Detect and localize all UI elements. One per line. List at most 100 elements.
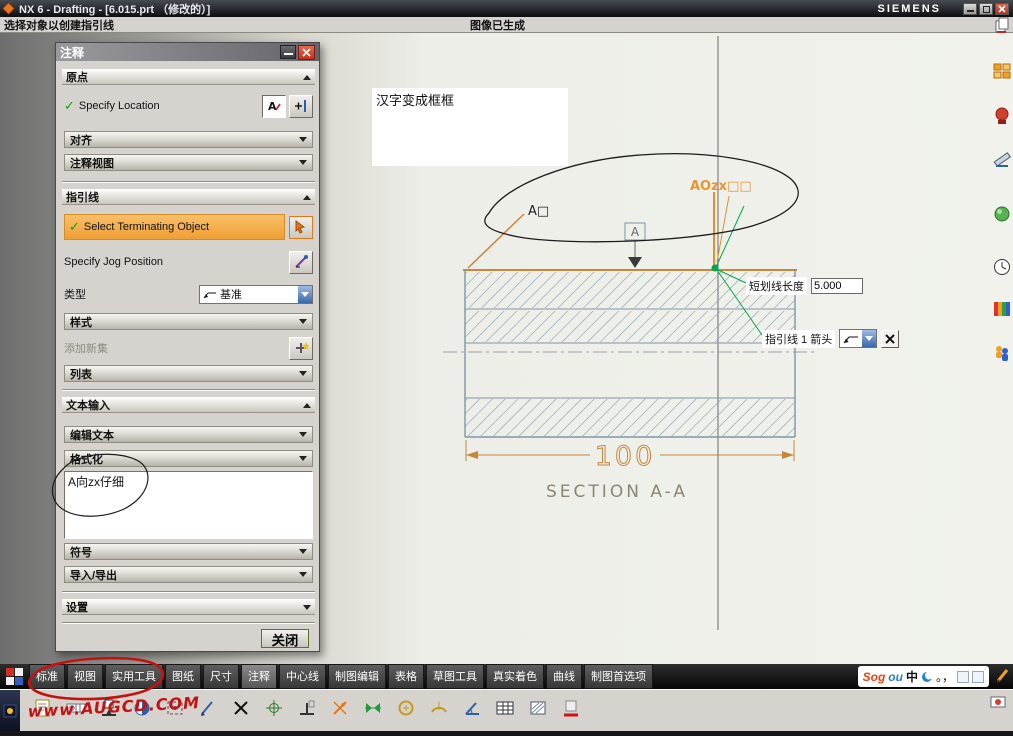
dialog-minimize-icon[interactable] — [280, 44, 296, 59]
id-symbol-icon[interactable] — [129, 695, 155, 721]
minimize-icon[interactable] — [963, 2, 977, 15]
tab-sheet[interactable]: 图纸 — [165, 664, 201, 689]
edit-text-expander[interactable]: 编辑文本 — [64, 426, 313, 443]
offset-center-point-icon[interactable] — [327, 695, 353, 721]
material-icon[interactable] — [991, 203, 1012, 224]
add-new-set-row: 添加新集 — [64, 336, 313, 360]
ime-keyboard-icon[interactable] — [957, 670, 969, 683]
jog-position-tool-button[interactable] — [289, 250, 313, 274]
stamp-icon[interactable] — [991, 105, 1012, 126]
tab-true-shading[interactable]: 真实着色 — [486, 664, 544, 689]
collapse-icon[interactable] — [303, 402, 311, 408]
feature-control-frame-icon[interactable] — [63, 695, 89, 721]
section-hatch-icon[interactable] — [525, 695, 551, 721]
dialog-close-icon[interactable] — [298, 44, 315, 60]
palette-icon[interactable] — [991, 298, 1012, 319]
note-preview-box[interactable]: 汉字变成框框 — [372, 88, 568, 166]
tab-centerline[interactable]: 中心线 — [279, 664, 326, 689]
section-origin[interactable]: 原点 — [62, 69, 315, 85]
ime-moon-icon[interactable] — [921, 671, 933, 683]
highlight-mark-icon[interactable] — [558, 695, 584, 721]
tab-view[interactable]: 视图 — [67, 664, 103, 689]
jog-position-row: Specify Jog Position — [64, 249, 313, 275]
select-terminating-tool-button[interactable] — [289, 215, 313, 239]
annotation-text-editor[interactable]: A向zx仔细 — [64, 471, 313, 539]
circular-centerline-icon[interactable] — [426, 695, 452, 721]
tab-annotation[interactable]: 注释 — [241, 664, 277, 689]
dash-length-label: 短划线长度 — [746, 277, 807, 295]
dropdown-arrow-icon[interactable] — [298, 285, 312, 303]
measure-icon[interactable] — [991, 148, 1012, 169]
svg-text:A: A — [268, 100, 277, 113]
check-icon: ✓ — [64, 98, 75, 113]
dropdown-arrow-icon[interactable] — [862, 330, 877, 347]
chevron-down-icon — [299, 319, 307, 324]
section-leader[interactable]: 指引线 — [62, 189, 315, 205]
select-terminating-highlight[interactable]: ✓ Select Terminating Object — [64, 214, 285, 240]
specify-location-row: ✓ Specify Location A — [64, 93, 313, 119]
maximize-icon[interactable] — [979, 2, 993, 15]
tab-curve[interactable]: 曲线 — [546, 664, 582, 689]
ime-punct-indicator[interactable]: 。， — [936, 668, 954, 685]
angle-dimension-icon[interactable] — [459, 695, 485, 721]
close-dialog-button[interactable]: 关闭 — [261, 629, 309, 648]
datum-feature-icon[interactable] — [96, 695, 122, 721]
centerline-2d-icon[interactable] — [360, 695, 386, 721]
close-icon[interactable] — [995, 2, 1009, 15]
style-expander[interactable]: 样式 — [64, 313, 313, 330]
roles-icon[interactable] — [991, 342, 1012, 363]
ime-settings-icon[interactable] — [972, 670, 984, 683]
intersection-symbol-icon[interactable] — [228, 695, 254, 721]
dash-length-input[interactable] — [811, 278, 863, 294]
symbols-expander[interactable]: 符号 — [64, 543, 313, 560]
collapse-icon[interactable] — [303, 74, 311, 80]
ime-mode-indicator[interactable]: 中 — [906, 668, 918, 685]
custom-symbol-icon[interactable] — [162, 695, 188, 721]
table-icon[interactable] — [492, 695, 518, 721]
tab-sketch-tools[interactable]: 草图工具 — [426, 664, 484, 689]
command-finder-icon[interactable] — [0, 690, 20, 732]
annotation-view-expander[interactable]: 注释视图 — [64, 154, 313, 171]
align-expander[interactable]: 对齐 — [64, 131, 313, 148]
navigator-icon[interactable] — [991, 60, 1012, 81]
tab-drafting-edit[interactable]: 制图编辑 — [328, 664, 386, 689]
center-mark-icon[interactable] — [261, 695, 287, 721]
window-bottom-edge — [0, 731, 1013, 736]
window-title: NX 6 - Drafting - [6.015.prt （修改的）] — [19, 3, 211, 16]
add-new-set-button[interactable] — [289, 336, 313, 360]
datum-target-icon[interactable] — [294, 695, 320, 721]
list-expander[interactable]: 列表 — [64, 365, 313, 382]
tab-drafting-preferences[interactable]: 制图首选项 — [584, 664, 653, 689]
chevron-down-icon — [299, 371, 307, 376]
origin-point-tool-button[interactable] — [289, 94, 313, 118]
leader-arrow-control: 指引线 1 箭头 — [762, 329, 900, 348]
ime-bar[interactable]: Sog ou 中 。， — [857, 666, 989, 687]
prompt-bar: 选择对象以创建指引线 图像已生成 — [0, 17, 1013, 33]
note-icon[interactable] — [30, 695, 56, 721]
leader-arrow-dropdown[interactable] — [839, 329, 878, 348]
bolt-circle-icon[interactable] — [393, 695, 419, 721]
remove-leader-button[interactable] — [881, 329, 900, 348]
chevron-down-icon — [299, 160, 307, 165]
collapse-icon[interactable] — [303, 194, 311, 200]
section-origin-label: 原点 — [66, 72, 88, 84]
annotation-origin-tool-button[interactable]: A — [262, 94, 286, 118]
prompt-text: 选择对象以创建指引线 — [4, 19, 114, 32]
import-export-expander[interactable]: 导入/导出 — [64, 566, 313, 583]
ime-pen-icon[interactable] — [995, 667, 1011, 688]
section-text-input[interactable]: 文本输入 — [62, 397, 315, 413]
section-settings[interactable]: 设置 — [62, 599, 315, 615]
tab-standard[interactable]: 标准 — [29, 664, 65, 689]
toolbar-grip-icon[interactable] — [5, 667, 24, 686]
tab-table[interactable]: 表格 — [388, 664, 424, 689]
leader-arrow-icon — [840, 333, 862, 345]
leader-type-dropdown[interactable]: 基准 — [199, 284, 313, 304]
edit-annotation-icon[interactable] — [195, 695, 221, 721]
history-icon[interactable] — [991, 256, 1012, 277]
clipboard-page-icon[interactable] — [995, 17, 1010, 36]
format-expander[interactable]: 格式化 — [64, 450, 313, 467]
dialog-title-bar[interactable]: 注释 — [56, 43, 319, 61]
tab-utilities[interactable]: 实用工具 — [105, 664, 163, 689]
screen-capture-icon[interactable] — [989, 693, 1007, 714]
tab-dimension[interactable]: 尺寸 — [203, 664, 239, 689]
